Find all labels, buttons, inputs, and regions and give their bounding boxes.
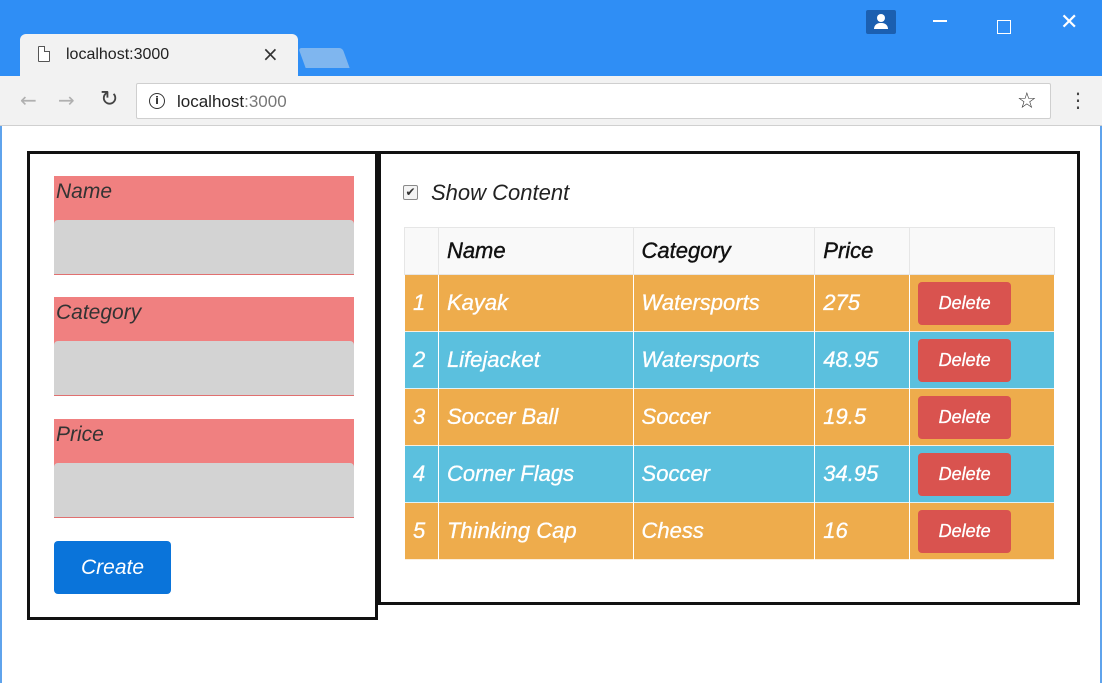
delete-button[interactable]: Delete — [918, 509, 1012, 553]
row-name: Corner Flags — [437, 445, 634, 503]
back-icon[interactable]: ← — [20, 88, 37, 112]
table-header-row: Name Category Price — [404, 227, 1055, 275]
row-index: 3 — [404, 388, 439, 446]
window-close-icon[interactable]: ✕ — [1060, 12, 1078, 34]
minimize-icon[interactable] — [933, 20, 947, 22]
row-actions: Delete — [909, 445, 1055, 503]
tab-title: localhost:3000 — [66, 46, 170, 63]
delete-button[interactable]: Delete — [918, 281, 1012, 325]
address-bar[interactable]: i localhost:3000 ☆ — [136, 83, 1051, 119]
row-index: 5 — [404, 502, 439, 560]
table-row: 4 Corner Flags Soccer 34.95 Delete — [404, 445, 1055, 503]
row-name: Thinking Cap — [437, 502, 634, 560]
product-form: Name Category Price Create — [27, 151, 378, 620]
header-index — [404, 227, 439, 275]
forward-icon[interactable]: → — [58, 88, 75, 112]
reload-icon[interactable]: ↻ — [100, 88, 118, 112]
user-icon[interactable] — [866, 10, 896, 34]
price-label: Price — [54, 419, 354, 467]
url-text: localhost:3000 — [177, 92, 287, 112]
browser-tab[interactable]: localhost:3000 × — [20, 34, 298, 76]
row-index: 1 — [404, 274, 439, 332]
star-icon[interactable]: ☆ — [1017, 89, 1037, 114]
header-category: Category — [632, 227, 816, 275]
row-price: 275 — [814, 274, 911, 332]
row-price: 48.95 — [814, 331, 911, 389]
table-row: 1 Kayak Watersports 275 Delete — [404, 274, 1055, 332]
row-index: 2 — [404, 331, 439, 389]
header-name: Name — [437, 227, 634, 275]
category-input[interactable] — [54, 341, 354, 396]
price-field-group: Price — [54, 419, 354, 518]
row-name: Lifejacket — [437, 331, 634, 389]
category-label: Category — [54, 297, 354, 345]
row-category: Watersports — [632, 274, 816, 332]
table-row: 2 Lifejacket Watersports 48.95 Delete — [404, 331, 1055, 389]
row-name: Soccer Ball — [437, 388, 634, 446]
show-content-checkbox[interactable]: ✔ — [403, 185, 418, 200]
row-price: 16 — [814, 502, 911, 560]
row-actions: Delete — [909, 331, 1055, 389]
name-input[interactable] — [54, 220, 354, 275]
header-price: Price — [814, 227, 911, 275]
browser-titlebar: localhost:3000 × ✕ — [0, 0, 1102, 76]
row-actions: Delete — [909, 388, 1055, 446]
create-button[interactable]: Create — [54, 541, 171, 594]
name-field-group: Name — [54, 176, 354, 275]
page-icon — [38, 46, 50, 62]
row-actions: Delete — [909, 502, 1055, 560]
header-actions — [909, 227, 1055, 275]
delete-button[interactable]: Delete — [918, 338, 1012, 382]
url-port: :3000 — [244, 92, 287, 111]
url-host: localhost — [177, 92, 245, 111]
table-row: 5 Thinking Cap Chess 16 Delete — [404, 502, 1055, 560]
close-icon[interactable]: × — [262, 44, 279, 64]
info-icon[interactable]: i — [149, 93, 165, 109]
name-label: Name — [54, 176, 354, 224]
row-price: 19.5 — [814, 388, 911, 446]
new-tab-button[interactable] — [298, 48, 350, 68]
menu-icon[interactable]: ⋮ — [1068, 88, 1088, 112]
price-input[interactable] — [54, 463, 354, 518]
maximize-icon[interactable] — [997, 20, 1011, 34]
browser-toolbar: ← → ↻ i localhost:3000 ☆ ⋮ — [0, 76, 1102, 126]
row-category: Watersports — [632, 331, 816, 389]
row-index: 4 — [404, 445, 439, 503]
delete-button[interactable]: Delete — [918, 395, 1012, 439]
row-category: Soccer — [632, 388, 816, 446]
show-content-label: Show Content — [431, 180, 570, 205]
row-actions: Delete — [909, 274, 1055, 332]
product-table-panel: ✔ Show Content Name Category Price 1 Kay… — [378, 151, 1080, 605]
row-price: 34.95 — [814, 445, 911, 503]
row-category: Chess — [632, 502, 816, 560]
category-field-group: Category — [54, 297, 354, 396]
window-border — [0, 126, 2, 683]
row-category: Soccer — [632, 445, 816, 503]
table-row: 3 Soccer Ball Soccer 19.5 Delete — [404, 388, 1055, 446]
product-table: Name Category Price 1 Kayak Watersports … — [404, 227, 1055, 560]
row-name: Kayak — [437, 274, 634, 332]
delete-button[interactable]: Delete — [918, 452, 1012, 496]
